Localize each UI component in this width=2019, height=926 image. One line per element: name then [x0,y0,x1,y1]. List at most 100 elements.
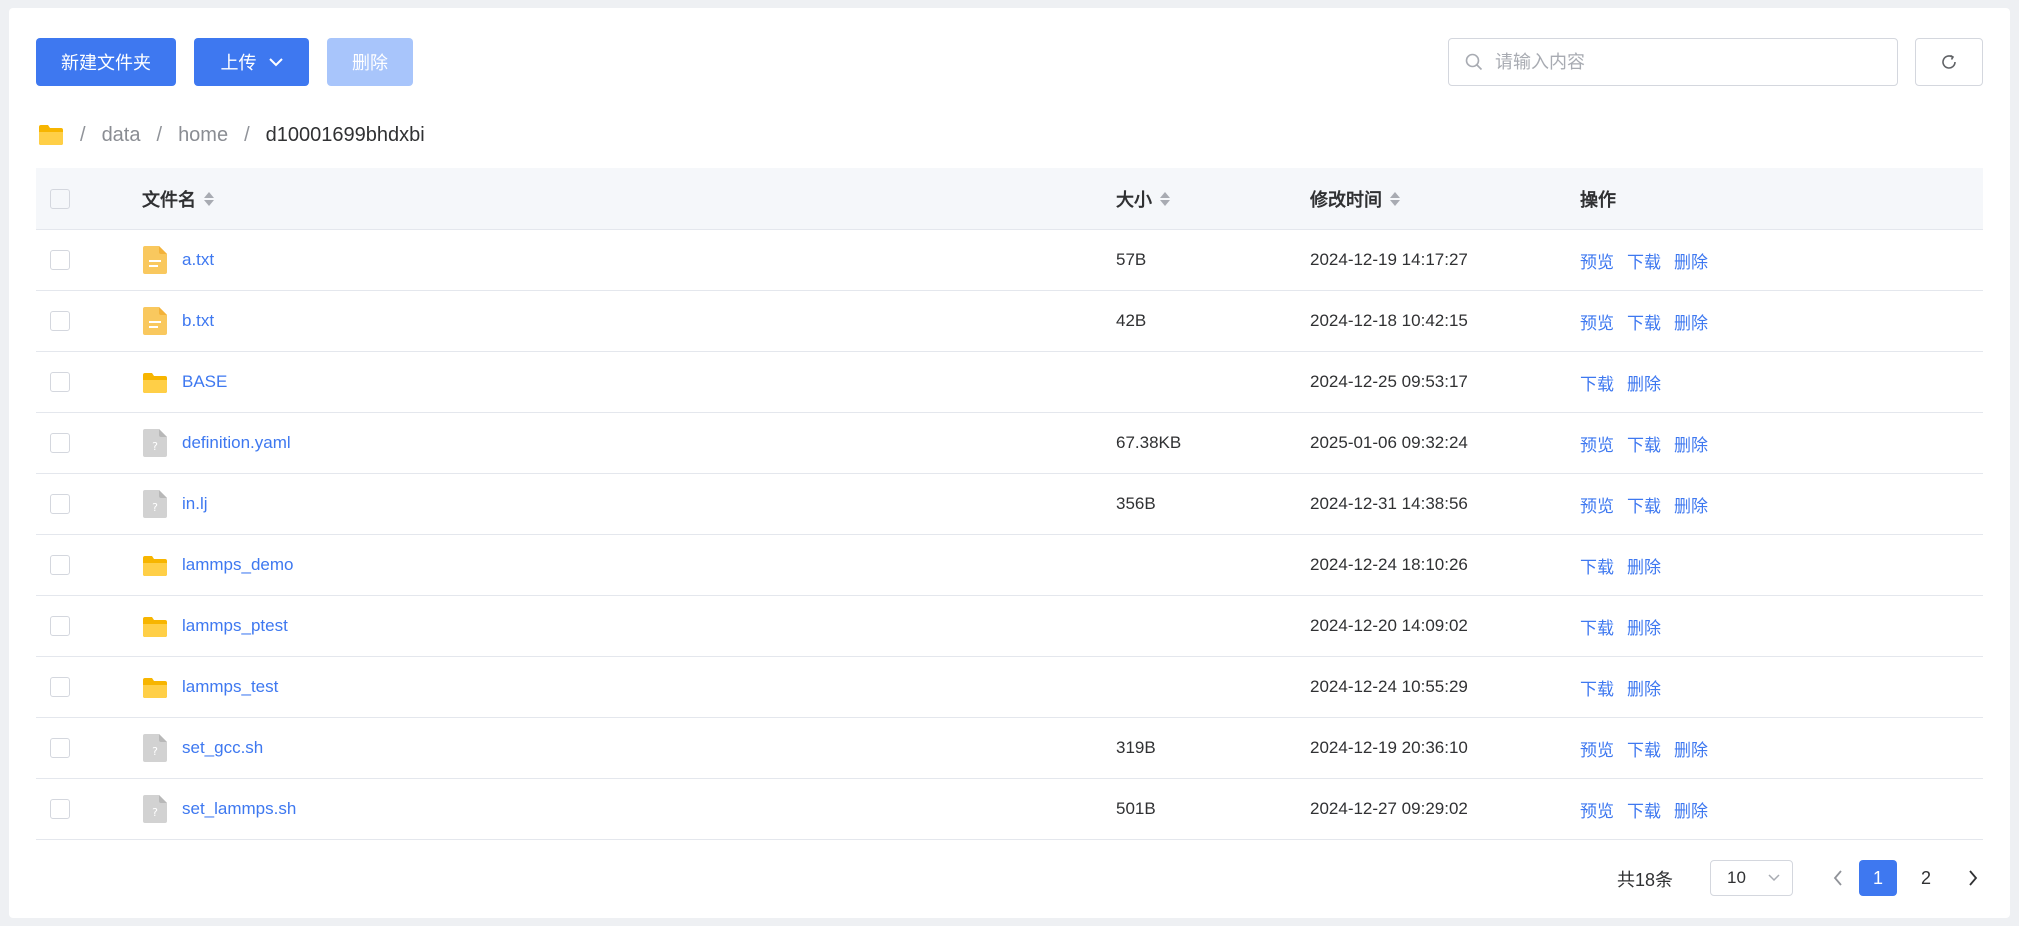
svg-text:?: ? [152,501,158,514]
file-modified-time: 2024-12-27 09:29:02 [1310,799,1468,818]
search-box [1448,38,1898,86]
delete-selected-button[interactable]: 删除 [327,38,413,86]
file-name-link[interactable]: lammps_test [182,677,278,697]
download-link[interactable]: 下载 [1627,248,1661,273]
file-size: 67.38KB [1116,433,1182,452]
sort-icon[interactable] [1160,191,1170,206]
file-name-link[interactable]: BASE [182,372,227,392]
new-folder-label: 新建文件夹 [61,53,151,73]
row-checkbox[interactable] [50,799,70,819]
row-actions: 预览 下载 删除 [1580,291,1721,351]
folder-icon [142,367,168,397]
table-row: lammps_demo 2024-12-24 18:10:26 下载 删除 [36,535,1983,596]
download-link[interactable]: 下载 [1627,492,1661,517]
delete-link[interactable]: 删除 [1674,248,1708,273]
svg-text:?: ? [152,745,158,758]
row-checkbox[interactable] [50,250,70,270]
file-name-link[interactable]: definition.yaml [182,433,291,453]
column-size[interactable]: 大小 [1116,168,1170,229]
upload-button[interactable]: 上传 [194,38,309,86]
search-input[interactable] [1493,50,1877,74]
file-size: 319B [1116,738,1156,757]
file-name-link[interactable]: set_lammps.sh [182,799,296,819]
file-name-link[interactable]: a.txt [182,250,214,270]
pagination-total: 共18条 [1617,870,1674,890]
file-name-link[interactable]: lammps_demo [182,555,294,575]
svg-text:?: ? [152,440,158,453]
delete-link[interactable]: 删除 [1627,614,1661,639]
column-name-label: 文件名 [142,189,196,210]
download-link[interactable]: 下载 [1627,309,1661,334]
delete-link[interactable]: 删除 [1674,431,1708,456]
breadcrumb-current: d10001699bhdxbi [265,123,425,146]
preview-link[interactable]: 预览 [1580,736,1614,761]
file-manager-panel: 新建文件夹 上传 删除 / data / home / d10001699bhd… [9,8,2010,918]
page-button-2[interactable]: 2 [1907,860,1945,896]
preview-link[interactable]: 预览 [1580,492,1614,517]
table-row: ? in.lj 356B 2024-12-31 14:38:56 预览 下载 删除 [36,474,1983,535]
download-link[interactable]: 下载 [1580,370,1614,395]
delete-selected-label: 删除 [352,53,388,73]
file-size: 42B [1116,311,1147,330]
preview-link[interactable]: 预览 [1580,248,1614,273]
search-icon [1465,53,1483,71]
sort-icon[interactable] [204,191,214,206]
row-checkbox[interactable] [50,433,70,453]
sort-icon[interactable] [1390,191,1400,206]
delete-link[interactable]: 删除 [1627,553,1661,578]
row-checkbox[interactable] [50,677,70,697]
file-name-link[interactable]: in.lj [182,494,208,514]
preview-link[interactable]: 预览 [1580,431,1614,456]
file-table: 文件名 大小 修改时间 操作 a.txt 57B 2024-12-19 14:1… [36,168,1983,840]
breadcrumb: / data / home / d10001699bhdxbi [38,120,425,150]
text-file-icon [142,306,168,336]
row-actions: 下载 删除 [1580,657,1674,717]
table-header: 文件名 大小 修改时间 操作 [36,168,1983,230]
page-size-select[interactable]: 10 [1710,860,1793,896]
unknown-file-icon: ? [142,428,168,458]
next-page-button[interactable] [1954,860,1992,896]
column-size-label: 大小 [1116,189,1152,210]
download-link[interactable]: 下载 [1580,675,1614,700]
row-checkbox[interactable] [50,555,70,575]
file-name-link[interactable]: b.txt [182,311,214,331]
delete-link[interactable]: 删除 [1674,797,1708,822]
file-name-link[interactable]: set_gcc.sh [182,738,263,758]
file-size: 501B [1116,799,1156,818]
select-all-checkbox[interactable] [50,188,70,209]
download-link[interactable]: 下载 [1627,797,1661,822]
row-checkbox[interactable] [50,494,70,514]
delete-link[interactable]: 删除 [1674,736,1708,761]
column-name[interactable]: 文件名 [142,168,214,229]
download-link[interactable]: 下载 [1580,553,1614,578]
file-modified-time: 2024-12-18 10:42:15 [1310,311,1468,330]
refresh-button[interactable] [1915,38,1983,86]
file-modified-time: 2024-12-24 10:55:29 [1310,677,1468,696]
delete-link[interactable]: 删除 [1674,492,1708,517]
breadcrumb-item-home[interactable]: home [178,124,228,147]
breadcrumb-item-data[interactable]: data [102,124,141,147]
row-checkbox[interactable] [50,616,70,636]
download-link[interactable]: 下载 [1580,614,1614,639]
folder-icon[interactable] [38,124,64,146]
file-name-link[interactable]: lammps_ptest [182,616,288,636]
file-size: 356B [1116,494,1156,513]
download-link[interactable]: 下载 [1627,431,1661,456]
row-checkbox[interactable] [50,372,70,392]
folder-icon [142,611,168,641]
delete-link[interactable]: 删除 [1627,675,1661,700]
delete-link[interactable]: 删除 [1674,309,1708,334]
new-folder-button[interactable]: 新建文件夹 [36,38,176,86]
column-modified[interactable]: 修改时间 [1310,168,1400,229]
row-checkbox[interactable] [50,738,70,758]
delete-link[interactable]: 删除 [1627,370,1661,395]
page-size-value: 10 [1727,868,1746,887]
page-button-1[interactable]: 1 [1859,860,1897,896]
prev-page-button[interactable] [1819,860,1857,896]
row-checkbox[interactable] [50,311,70,331]
preview-link[interactable]: 预览 [1580,797,1614,822]
download-link[interactable]: 下载 [1627,736,1661,761]
preview-link[interactable]: 预览 [1580,309,1614,334]
table-row: BASE 2024-12-25 09:53:17 下载 删除 [36,352,1983,413]
column-actions-label: 操作 [1580,189,1616,210]
